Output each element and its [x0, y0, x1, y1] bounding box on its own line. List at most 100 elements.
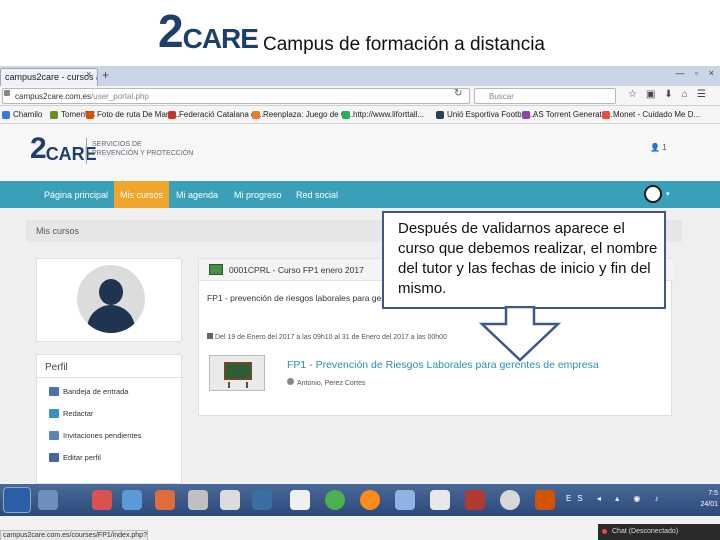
bookmark-label: Monet - Cuidado Me D... — [613, 110, 701, 119]
menu-item-label: Editar perfil — [63, 453, 101, 462]
profile-menu-item[interactable]: Bandeja de entrada — [49, 387, 128, 396]
slide-header: 2 CARE Campus de formación a distancia — [0, 0, 720, 66]
bookmark-item[interactable]: Chamilo — [2, 110, 42, 119]
bookmark-favicon-icon — [436, 110, 444, 119]
chrome-icon[interactable] — [325, 490, 345, 510]
app-icon[interactable] — [395, 490, 415, 510]
bookmark-favicon-icon — [2, 110, 10, 119]
site-logo-word: CARE — [45, 144, 97, 164]
filezilla-icon[interactable] — [465, 490, 485, 510]
toolbar-icons[interactable]: ☆▣⬇⌂☰ — [628, 89, 715, 100]
tagline-line-2: PREVENCIÓN Y PROTECCIÓN — [92, 150, 194, 157]
profile-menu-item[interactable]: Invitaciones pendientes — [49, 431, 141, 440]
chevron-down-icon[interactable]: ▾ — [666, 190, 670, 198]
app-icon[interactable] — [290, 490, 310, 510]
system-tray[interactable]: ES ◂ ▴ ◉ ♪ — [566, 494, 665, 503]
firefox-icon[interactable] — [360, 490, 380, 510]
bookmark-item[interactable]: Foto de ruta De Martí... — [86, 110, 180, 119]
menu-item-icon — [49, 387, 59, 396]
app-icon[interactable] — [122, 490, 142, 510]
online-users[interactable]: 👤 1 — [650, 143, 667, 152]
blackboard-legs — [228, 382, 248, 388]
bookmark-favicon-icon — [342, 110, 350, 119]
nav-item[interactable]: Mis cursos — [114, 181, 170, 208]
logo-divider — [86, 138, 87, 164]
reload-icon[interactable]: ↻ — [454, 88, 462, 99]
search-input[interactable]: Buscar — [474, 88, 616, 104]
down-arrow-icon — [478, 306, 562, 362]
menu-item-icon — [49, 409, 59, 418]
logo-word: CARE — [182, 23, 259, 54]
blackboard-icon — [224, 362, 252, 380]
clock[interactable]: 7:5 24/01 — [694, 488, 718, 510]
course-thumbnail[interactable] — [209, 355, 265, 391]
chat-bar[interactable]: Chat (Desconectado) — [598, 524, 720, 540]
tab-close-icon[interactable]: × — [86, 69, 91, 79]
session-title[interactable]: 0001CPRL - Curso FP1 enero 2017 — [229, 265, 364, 275]
avatar[interactable] — [77, 265, 145, 333]
profile-menu-card: Perfil Bandeja de entrada Redactar Invitac… — [36, 354, 183, 484]
chat-label: Chat (Desconectado) — [612, 528, 679, 535]
profile-menu-item[interactable]: Editar perfil — [49, 453, 101, 462]
site-logo-digit: 2 — [30, 132, 47, 165]
menu-item-label: Invitaciones pendientes — [63, 431, 142, 440]
user-avatar-icon[interactable] — [644, 185, 662, 203]
window-controls[interactable]: — ▫ × — [676, 68, 718, 78]
tab-bar: campus2care - cursos a d... × + — ▫ × — [0, 66, 720, 86]
teacher-name: Antonio, Perez Cortes — [297, 380, 366, 387]
app-icon[interactable] — [252, 490, 272, 510]
folder-icon[interactable] — [38, 490, 58, 510]
chat-status-icon — [602, 529, 607, 534]
menu-item-label: Redactar — [63, 409, 94, 418]
bookmark-label: http://www.liforttall... — [353, 110, 425, 119]
nav-item[interactable]: Mi agenda — [170, 181, 224, 208]
url-bar: campus2care.com.es/user_portal.php ↻ ⌕ B… — [0, 86, 720, 106]
bookmark-favicon-icon — [252, 110, 260, 119]
bookmark-favicon-icon — [86, 110, 94, 119]
calendar-icon — [207, 333, 213, 339]
logo-digit: 2 — [158, 5, 184, 57]
profile-picture-card — [36, 258, 182, 342]
slide-subtitle: Campus de formación a distancia — [263, 34, 545, 55]
divider — [37, 377, 183, 378]
app-icon[interactable] — [430, 490, 450, 510]
site-tagline: SERVICIOS DE PREVENCIÓN Y PROTECCIÓN — [92, 140, 193, 158]
tagline-line-1: SERVICIOS DE — [92, 141, 142, 148]
bookmark-item[interactable]: Monet - Cuidado Me D... — [602, 110, 700, 119]
breadcrumb-item[interactable]: Mis cursos — [36, 226, 79, 236]
slide: 2 CARE Campus de formación a distancia c… — [0, 0, 720, 540]
callout-text: Después de validarnos aparece el curso q… — [398, 220, 658, 297]
bookmarks-bar: Chamilo Tomen5C Foto de ruta De Martí... Fe… — [0, 106, 720, 124]
url-path: /user_portal.php — [91, 92, 149, 101]
powerpoint-icon[interactable] — [535, 490, 555, 510]
site-info-icon[interactable] — [4, 90, 10, 96]
app-icon[interactable] — [92, 490, 112, 510]
avatar-body-shape — [87, 305, 135, 333]
course-dates: Del 19 de Enero del 2017 a las 09h10 al … — [207, 333, 447, 341]
status-url: campus2care.com.es/courses/FP1/index.php… — [0, 530, 148, 540]
bookmark-item[interactable]: Reenplaza: Juego de C... — [252, 110, 353, 119]
menu-item-label: Bandeja de entrada — [63, 387, 129, 396]
bookmark-label: Federació Catalana d'... — [179, 110, 264, 119]
bookmark-favicon-icon — [522, 110, 530, 119]
bookmark-item[interactable]: http://www.liforttall... — [342, 110, 424, 119]
user-icon: 👤 — [650, 143, 660, 152]
bookmark-item[interactable]: Federació Catalana d'... — [168, 110, 264, 119]
course-teacher: Antonio, Perez Cortes — [287, 378, 365, 387]
profile-menu-item[interactable]: Redactar — [49, 409, 93, 418]
start-button[interactable] — [3, 487, 31, 513]
nav-item[interactable]: Mi progreso — [228, 181, 288, 208]
clock-date: 24/01 — [700, 501, 718, 508]
clock-time: 7:5 — [708, 490, 718, 497]
app-icon[interactable] — [188, 490, 208, 510]
2care-logo: 2 CARE — [158, 5, 259, 57]
menu-item-icon — [49, 453, 59, 462]
itunes-icon[interactable] — [500, 490, 520, 510]
app-icon[interactable] — [155, 490, 175, 510]
new-tab-button[interactable]: + — [102, 68, 109, 82]
app-icon[interactable] — [220, 490, 240, 510]
address-input[interactable]: campus2care.com.es/user_portal.php — [2, 88, 470, 104]
nav-item[interactable]: Red social — [290, 181, 344, 208]
nav-item[interactable]: Página principal — [38, 181, 114, 208]
browser-tab[interactable]: campus2care - cursos a d... — [0, 68, 98, 86]
